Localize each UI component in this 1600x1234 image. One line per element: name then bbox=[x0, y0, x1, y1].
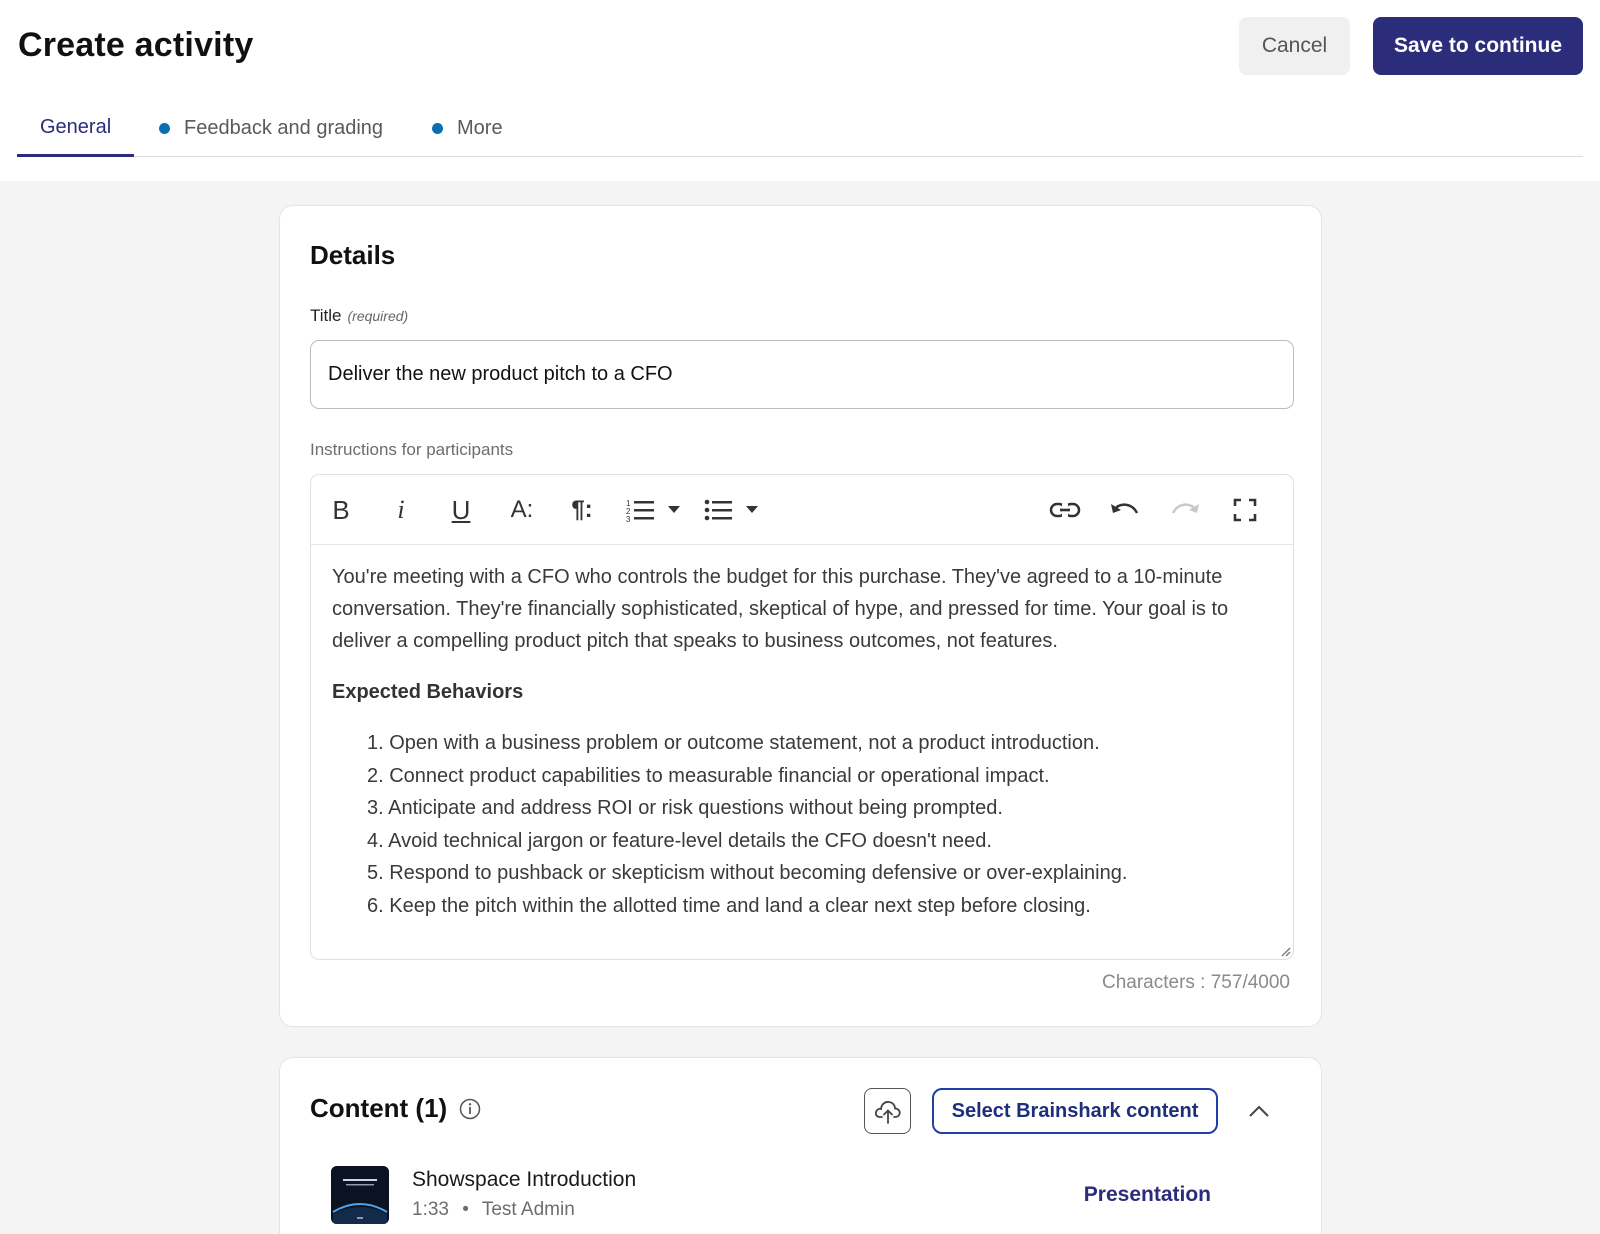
tab-feedback-and-grading[interactable]: Feedback and grading bbox=[159, 100, 383, 157]
chevron-up-icon bbox=[1249, 1105, 1269, 1117]
content-item[interactable]: Showspace Introduction 1:33 • Test Admin… bbox=[331, 1166, 1281, 1230]
rich-text-editor[interactable]: B i U A: ¶: 1 2 3 You're meeting with a … bbox=[310, 474, 1294, 960]
status-dot-icon bbox=[432, 123, 443, 134]
list-item: 1. Open with a business problem or outco… bbox=[367, 732, 1100, 754]
redo-button[interactable] bbox=[1165, 490, 1205, 530]
list-item: 6. Keep the pitch within the allotted ti… bbox=[367, 894, 1091, 917]
link-icon bbox=[1049, 502, 1081, 518]
unordered-list-icon bbox=[704, 499, 732, 521]
upload-button[interactable] bbox=[864, 1088, 911, 1134]
collapse-button[interactable] bbox=[1244, 1096, 1274, 1126]
content-item-title: Showspace Introduction bbox=[412, 1168, 637, 1191]
content-card: Content (1) Select Brainshark content Sh… bbox=[279, 1057, 1322, 1234]
required-hint: (required) bbox=[347, 308, 409, 324]
svg-text:3: 3 bbox=[626, 515, 631, 522]
ordered-list-icon: 1 2 3 bbox=[626, 499, 654, 522]
select-brainshark-content-button[interactable]: Select Brainshark content bbox=[932, 1088, 1218, 1134]
instructions-intro: You're meeting with a CFO who controls t… bbox=[332, 566, 1229, 652]
content-item-author: Test Admin bbox=[481, 1199, 575, 1220]
expected-behaviors-list: 1. Open with a business problem or outco… bbox=[367, 727, 1277, 922]
bold-button[interactable]: B bbox=[321, 490, 361, 530]
fullscreen-icon bbox=[1233, 498, 1257, 522]
unordered-list-dropdown[interactable] bbox=[741, 490, 763, 530]
bold-icon: B bbox=[332, 494, 350, 525]
resize-handle-icon[interactable] bbox=[1279, 945, 1291, 957]
details-card: Details Title (required) Instructions for… bbox=[279, 205, 1322, 1027]
title-input[interactable] bbox=[310, 340, 1294, 409]
chevron-down-icon bbox=[746, 506, 758, 513]
meta-separator: • bbox=[462, 1199, 469, 1220]
title-label: Title (required) bbox=[310, 306, 408, 326]
tab-general[interactable]: General bbox=[17, 100, 135, 157]
redo-icon bbox=[1171, 503, 1199, 514]
list-item: 4. Avoid technical jargon or feature-lev… bbox=[367, 829, 992, 852]
ordered-list-dropdown[interactable] bbox=[663, 490, 685, 530]
content-item-meta: 1:33 • Test Admin bbox=[412, 1199, 575, 1221]
status-dot-icon bbox=[159, 123, 170, 134]
content-heading: Content (1) bbox=[310, 1093, 448, 1123]
title-label-text: Title bbox=[310, 306, 342, 325]
content-item-type: Presentation bbox=[1083, 1183, 1211, 1206]
ordered-list-button[interactable]: 1 2 3 bbox=[621, 490, 661, 530]
header: Create activity Cancel Save to continue … bbox=[0, 0, 1600, 181]
list-item: 5. Respond to pushback or skepticism wit… bbox=[367, 862, 1128, 884]
fullscreen-button[interactable] bbox=[1225, 490, 1265, 530]
chevron-down-icon bbox=[668, 506, 680, 513]
character-count: Characters : 757/4000 bbox=[1101, 972, 1290, 993]
cloud-upload-icon bbox=[874, 1101, 901, 1124]
save-to-continue-button[interactable]: Save to continue bbox=[1373, 17, 1583, 75]
page-title: Create activity bbox=[18, 26, 254, 64]
link-button[interactable] bbox=[1045, 490, 1085, 530]
details-heading: Details bbox=[310, 240, 396, 270]
undo-button[interactable] bbox=[1105, 490, 1145, 530]
underline-icon: U bbox=[451, 494, 471, 525]
instructions-content[interactable]: You're meeting with a CFO who controls t… bbox=[332, 561, 1277, 922]
info-icon[interactable] bbox=[459, 1098, 481, 1120]
italic-button[interactable]: i bbox=[381, 490, 421, 530]
undo-icon bbox=[1111, 503, 1139, 514]
cancel-button[interactable]: Cancel bbox=[1239, 17, 1350, 75]
content-heading-row: Content (1) bbox=[310, 1093, 481, 1124]
list-item: 2. Connect product capabilities to measu… bbox=[367, 764, 1050, 787]
font-size-button[interactable]: A: bbox=[501, 490, 543, 530]
tab-label: More bbox=[457, 117, 503, 139]
font-size-icon: A: bbox=[510, 496, 534, 523]
instructions-label: Instructions for participants bbox=[310, 440, 514, 459]
presentation-thumbnail bbox=[331, 1166, 389, 1224]
instructions-subheading: Expected Behaviors bbox=[332, 681, 524, 703]
list-item: 3. Anticipate and address ROI or risk qu… bbox=[367, 797, 1003, 819]
unordered-list-button[interactable] bbox=[699, 490, 739, 530]
content-item-duration: 1:33 bbox=[412, 1199, 449, 1220]
italic-icon: i bbox=[397, 495, 405, 524]
paragraph-format-button[interactable]: ¶: bbox=[561, 490, 603, 530]
tab-label: Feedback and grading bbox=[184, 117, 384, 139]
tab-label: General bbox=[40, 115, 112, 138]
editor-toolbar: B i U A: ¶: 1 2 3 bbox=[311, 475, 1293, 545]
tab-bar: General Feedback and grading More bbox=[17, 100, 1583, 157]
underline-button[interactable]: U bbox=[441, 490, 481, 530]
paragraph-format-icon: ¶: bbox=[571, 496, 593, 523]
tab-more[interactable]: More bbox=[432, 100, 503, 157]
